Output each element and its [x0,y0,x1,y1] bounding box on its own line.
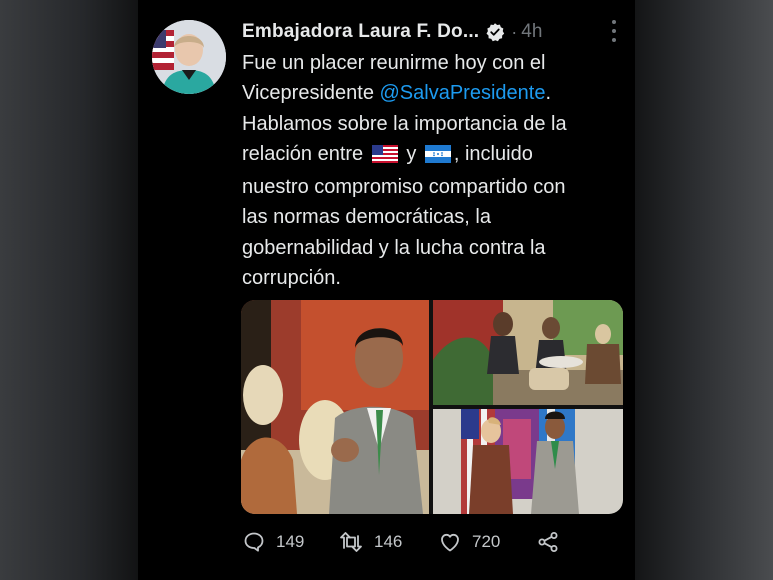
tweet-text-line: Vicepresidente @SalvaPresidente. [242,78,627,108]
tweet-text-segment: . [545,82,552,105]
tweet-text-line: relación entre y , incluido [242,139,627,172]
tweet-text-line: Hablamos sobre la importancia de la [242,112,567,135]
tweet-card[interactable]: Embajadora Laura F. Do... · 4h Fue un pl… [138,0,635,580]
tweet-header: Embajadora Laura F. Do... · 4h [242,18,623,46]
us-flag-emoji [371,142,398,172]
share-button[interactable] [536,527,560,557]
tweet-text-line: gobernabilidad y la lucha contra la [242,236,546,259]
reply-icon [244,532,264,552]
tweet-text-line: corrupción. [242,267,341,290]
background-left-blur [0,0,138,580]
tweet-text-line: las normas democráticas, la [242,206,491,229]
retweet-button[interactable]: 146 [338,527,402,557]
tweet-text-segment: relación entre [242,142,364,165]
tweet-timestamp[interactable]: 4h [521,21,542,43]
reply-button[interactable]: 149 [242,527,304,557]
more-options-icon[interactable] [607,20,621,42]
verified-badge-icon [485,22,505,42]
tweet-text-segment: Vicepresidente [242,82,380,105]
tweet-text-segment: , incluido [453,142,533,165]
heart-icon [441,533,459,552]
background-right-blur [633,0,773,580]
share-icon [538,532,558,552]
tweet-media-grid [241,300,623,514]
avatar-image [152,20,226,94]
tweet-actions: 149 146 720 [242,527,622,557]
like-button[interactable]: 720 [438,527,500,557]
author-name[interactable]: Embajadora Laura F. Do... [242,21,479,43]
mention-link[interactable]: @SalvaPresidente [380,82,546,104]
media-photo-3[interactable] [433,409,623,514]
media-photo-2[interactable] [433,300,623,405]
like-count: 720 [472,532,501,551]
tweet-text: Fue un placer reunirme hoy con el Vicepr… [242,48,627,293]
media-photo-1[interactable] [241,300,429,514]
retweet-icon [340,532,362,552]
reply-count: 149 [276,532,305,551]
header-separator: · [511,21,518,42]
honduras-flag-emoji [424,142,451,172]
author-avatar[interactable] [152,20,226,94]
tweet-text-line: Fue un placer reunirme hoy con el [242,52,546,74]
tweet-text-segment: y [406,142,417,165]
retweet-count: 146 [374,532,403,551]
tweet-text-line: nuestro compromiso compartido con [242,176,566,199]
